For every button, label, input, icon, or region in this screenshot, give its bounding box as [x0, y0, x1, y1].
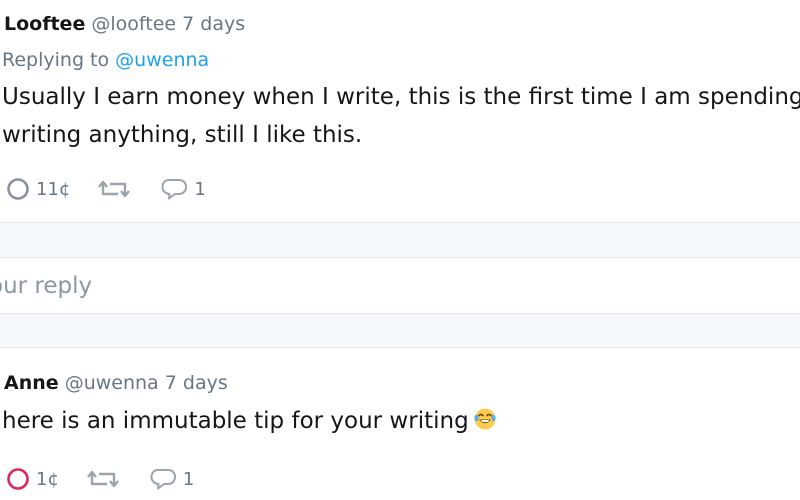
- tweet-time[interactable]: 7 days: [165, 372, 228, 394]
- retweet-button[interactable]: [86, 467, 119, 491]
- replying-to-line: Replying to @uwenna: [2, 48, 209, 72]
- tweet-text: here is an immutable tip for your writin…: [2, 403, 800, 439]
- tip-amount: 1¢: [36, 468, 59, 490]
- tweet-looftee: Looftee @looftee 7 days Replying to @uwe…: [0, 0, 800, 222]
- tweet-text-body: here is an immutable tip for your writin…: [2, 408, 469, 434]
- reply-count: 1: [194, 178, 206, 200]
- display-name[interactable]: Looftee: [4, 13, 85, 35]
- section-divider: [0, 222, 800, 258]
- retweet-button[interactable]: [98, 177, 131, 201]
- tweet-actions: 1¢ 1: [6, 465, 222, 493]
- reply-input[interactable]: [0, 270, 798, 302]
- tip-amount: 11¢: [36, 178, 71, 200]
- user-handle[interactable]: @looftee: [91, 13, 176, 35]
- laughing-tears-emoji: [473, 408, 496, 430]
- tweet-header: Looftee @looftee 7 days: [4, 12, 245, 36]
- reply-bubble-icon: [150, 469, 176, 490]
- tip-button[interactable]: 11¢: [6, 177, 70, 201]
- reply-bubble-icon: [161, 179, 188, 200]
- reply-count: 1: [182, 468, 195, 490]
- tip-circle-icon: [7, 178, 29, 200]
- retweet-icon: [98, 180, 131, 198]
- tweet-header: Anne @uwenna 7 days: [4, 371, 228, 395]
- tweet-time[interactable]: 7 days: [182, 13, 245, 35]
- section-divider: [0, 313, 800, 348]
- display-name[interactable]: Anne: [4, 372, 59, 394]
- tweet-text: Usually I earn money when I write, this …: [2, 78, 800, 154]
- tweet-actions: 11¢ 1: [6, 175, 234, 203]
- reply-box: [0, 258, 800, 313]
- tweet-text-line-1: Usually I earn money when I write, this …: [2, 84, 800, 110]
- mention-link[interactable]: @uwenna: [115, 49, 209, 71]
- reply-button[interactable]: 1: [160, 177, 206, 201]
- replying-to-label: Replying to: [2, 49, 110, 71]
- tweet-anne: Anne @uwenna 7 days here is an immutable…: [0, 348, 800, 500]
- tip-button[interactable]: 1¢: [6, 467, 59, 491]
- reply-button[interactable]: 1: [149, 467, 194, 491]
- user-handle[interactable]: @uwenna: [65, 372, 159, 394]
- tip-circle-icon: [7, 468, 29, 490]
- tweet-text-line-2: writing anything, still I like this.: [2, 122, 363, 148]
- retweet-icon: [86, 470, 119, 488]
